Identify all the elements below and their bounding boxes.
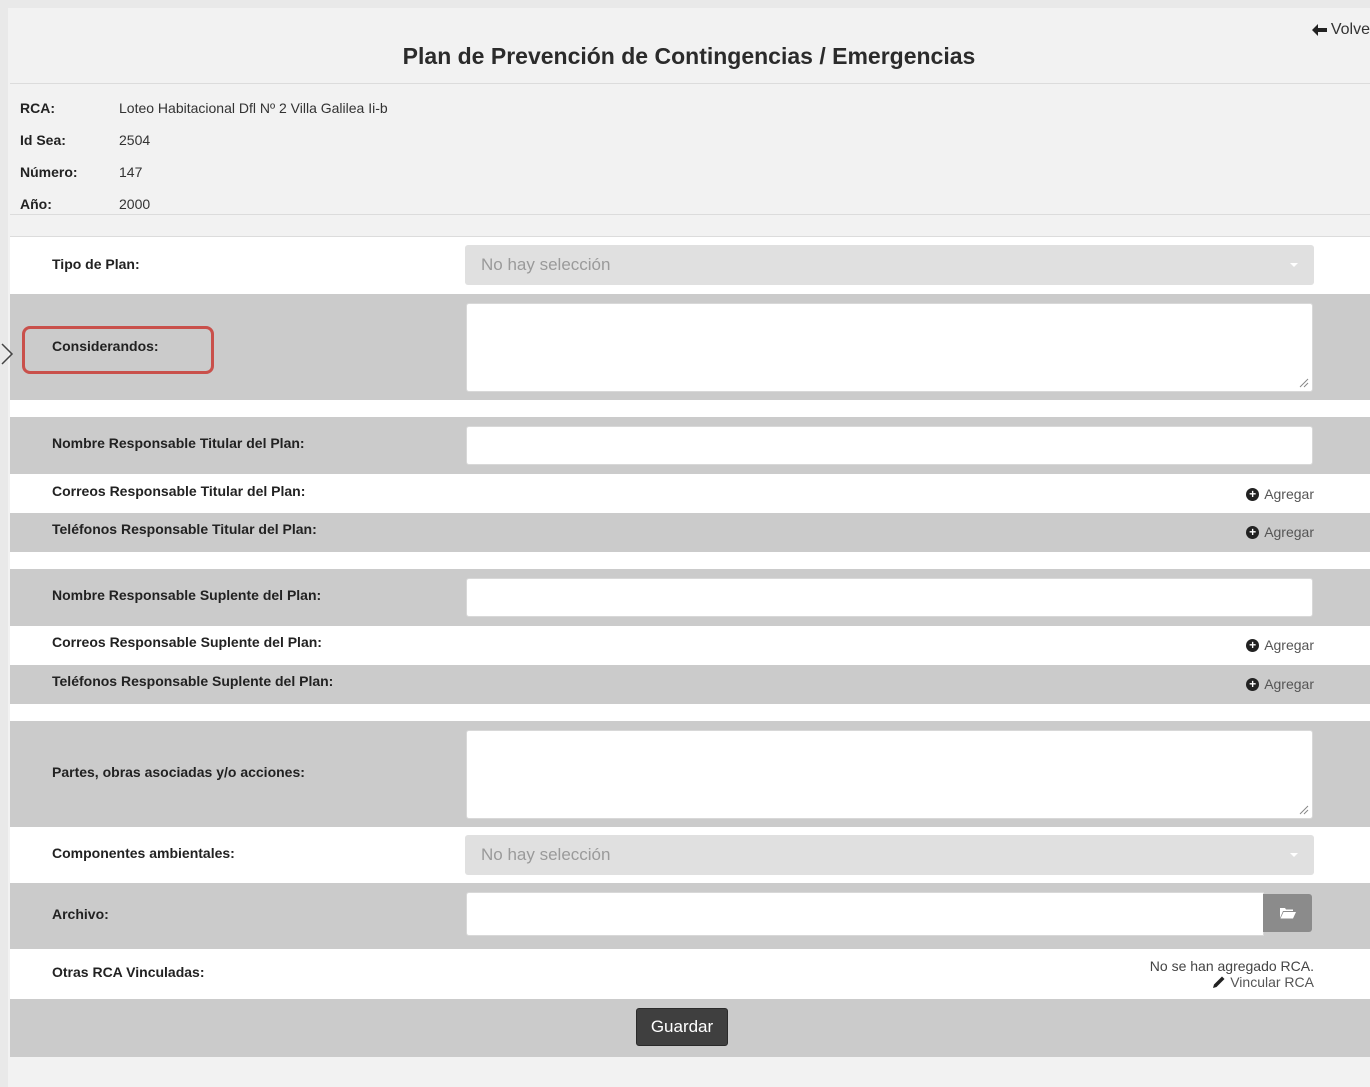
plus-circle-icon: + [1246, 638, 1260, 652]
info-row-ano: Año: 2000 [20, 196, 150, 216]
archivo-input[interactable] [466, 892, 1264, 936]
plan-form: Tipo de Plan: No hay selección Considera… [10, 236, 1370, 1057]
back-label: Volve [1330, 21, 1370, 38]
info-panel: RCA: Loteo Habitacional Dfl Nº 2 Villa G… [10, 83, 1370, 215]
add-correo-suplente-button[interactable]: + Agregar [1246, 637, 1314, 653]
info-key: RCA: [20, 100, 55, 116]
save-button[interactable]: Guardar [636, 1008, 728, 1046]
archivo-label: Archivo: [52, 906, 109, 922]
info-value: Loteo Habitacional Dfl Nº 2 Villa Galile… [119, 100, 388, 116]
info-value: 147 [119, 164, 143, 180]
info-row-id-sea: Id Sea: 2504 [20, 132, 150, 152]
add-label: Agregar [1264, 676, 1314, 692]
browse-file-button[interactable] [1263, 894, 1312, 932]
arrow-left-icon [1311, 24, 1327, 36]
tipo-plan-placeholder: No hay selección [481, 255, 611, 274]
row-componentes: Componentes ambientales: No hay selecció… [10, 827, 1370, 883]
resize-grip-icon[interactable] [1299, 378, 1309, 388]
back-link[interactable]: Volve [1311, 21, 1370, 39]
vincular-rca-link[interactable]: Vincular RCA [1212, 974, 1314, 990]
info-row-rca: RCA: Loteo Habitacional Dfl Nº 2 Villa G… [20, 100, 388, 120]
nombre-titular-label: Nombre Responsable Titular del Plan: [52, 435, 305, 451]
folder-open-icon [1279, 908, 1296, 919]
partes-label: Partes, obras asociadas y/o acciones: [52, 764, 305, 780]
pencil-icon [1213, 976, 1225, 988]
tipo-plan-select[interactable]: No hay selección [465, 245, 1314, 285]
otras-rca-label: Otras RCA Vinculadas: [52, 964, 205, 980]
correos-titular-label: Correos Responsable Titular del Plan: [52, 483, 306, 499]
row-telefonos-titular: Teléfonos Responsable Titular del Plan: … [10, 513, 1370, 552]
spacer [10, 400, 1370, 417]
row-telefonos-suplente: Teléfonos Responsable Suplente del Plan:… [10, 665, 1370, 704]
spacer [10, 704, 1370, 721]
chevron-down-icon [1290, 853, 1298, 857]
info-key: Número: [20, 164, 78, 180]
nombre-titular-input[interactable] [466, 426, 1313, 465]
considerandos-textarea[interactable] [466, 303, 1313, 392]
vincular-rca-label: Vincular RCA [1230, 974, 1314, 990]
row-partes: Partes, obras asociadas y/o acciones: [10, 721, 1370, 827]
componentes-select[interactable]: No hay selección [465, 835, 1314, 875]
info-key: Id Sea: [20, 132, 66, 148]
row-otras-rca: Otras RCA Vinculadas: No se han agregado… [10, 949, 1370, 999]
plus-circle-icon: + [1246, 487, 1260, 501]
nombre-suplente-label: Nombre Responsable Suplente del Plan: [52, 587, 322, 603]
add-label: Agregar [1264, 637, 1314, 653]
info-value: 2504 [119, 132, 151, 148]
correos-suplente-label: Correos Responsable Suplente del Plan: [52, 634, 322, 650]
nombre-suplente-input[interactable] [466, 578, 1313, 617]
telefonos-titular-label: Teléfonos Responsable Titular del Plan: [52, 521, 317, 537]
add-telefono-suplente-button[interactable]: + Agregar [1246, 676, 1314, 692]
add-telefono-titular-button[interactable]: + Agregar [1246, 524, 1314, 540]
add-label: Agregar [1264, 524, 1314, 540]
row-nombre-titular: Nombre Responsable Titular del Plan: [10, 417, 1370, 474]
componentes-placeholder: No hay selección [481, 845, 611, 864]
page: Volve Plan de Prevención de Contingencia… [1, 8, 1370, 1087]
add-correo-titular-button[interactable]: + Agregar [1246, 486, 1314, 502]
add-label: Agregar [1264, 486, 1314, 502]
row-archivo: Archivo: [10, 883, 1370, 949]
no-rca-text: No se han agregado RCA. [1149, 958, 1314, 974]
plus-circle-icon: + [1246, 677, 1260, 691]
tipo-plan-label: Tipo de Plan: [52, 256, 140, 272]
row-correos-titular: Correos Responsable Titular del Plan: + … [10, 474, 1370, 513]
telefonos-suplente-label: Teléfonos Responsable Suplente del Plan: [52, 673, 334, 689]
highlight-box [22, 326, 214, 374]
resize-grip-icon[interactable] [1299, 805, 1309, 815]
row-tipo-plan: Tipo de Plan: No hay selección [10, 237, 1370, 294]
spacer [10, 552, 1370, 569]
info-row-numero: Número: 147 [20, 164, 142, 184]
chevron-down-icon [1290, 263, 1298, 267]
pointer-arrow-icon [1, 343, 14, 365]
row-correos-suplente: Correos Responsable Suplente del Plan: +… [10, 626, 1370, 665]
plus-circle-icon: + [1246, 525, 1260, 539]
info-key: Año: [20, 196, 52, 212]
row-actions: Guardar [10, 999, 1370, 1057]
row-nombre-suplente: Nombre Responsable Suplente del Plan: [10, 569, 1370, 626]
page-title: Plan de Prevención de Contingencias / Em… [402, 43, 976, 69]
partes-textarea[interactable] [466, 730, 1313, 819]
info-value: 2000 [119, 196, 151, 212]
componentes-label: Componentes ambientales: [52, 845, 235, 861]
row-considerandos: Considerandos: [10, 294, 1370, 400]
